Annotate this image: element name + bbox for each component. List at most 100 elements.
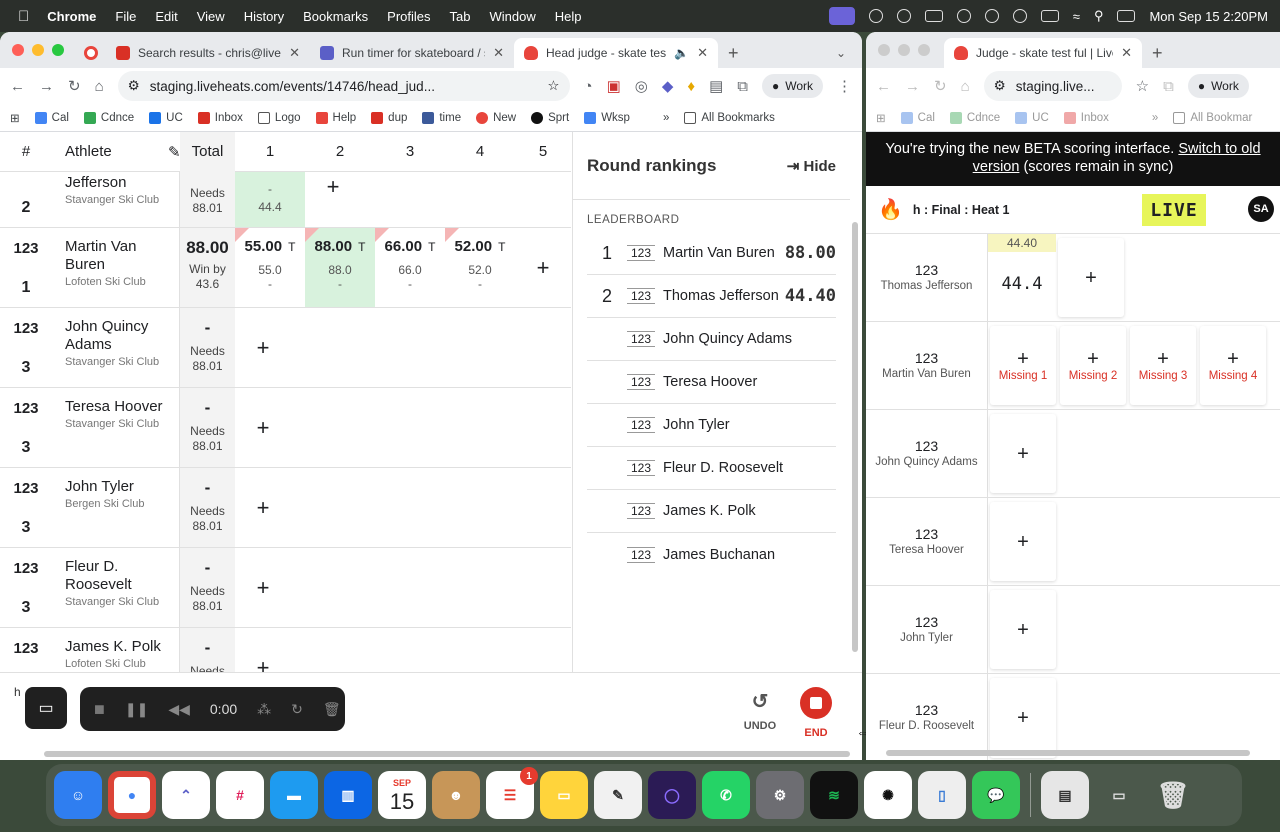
horizontal-scrollbar[interactable] [44,751,850,757]
athlete-cell[interactable]: Jefferson Stavanger Ski Club [52,172,180,227]
run-cell[interactable]: 52.00 T 52.0 - [445,228,515,307]
undo-button[interactable]: ↺ UNDO [740,689,780,732]
hide-rankings-button[interactable]: ⇥ Hide [787,157,836,175]
messages-blue-icon[interactable]: ▬ [270,771,318,819]
all-bookmarks[interactable]: All Bookmar [1173,111,1252,124]
calendar-icon[interactable]: SEP 15 [378,771,426,819]
tab-judge[interactable]: Judge - skate test ful | Liveh ✕ [944,38,1142,68]
close-icon[interactable]: ✕ [697,45,708,61]
athlete-cell[interactable]: James K. Polk Lofoten Ski Club [52,628,180,672]
tab-search-icon[interactable]: ⌄ [826,38,856,68]
add-score-button[interactable]: + [235,308,291,387]
add-score-button[interactable]: + [990,414,1056,493]
run-cell[interactable]: - 44.4 [235,172,305,227]
missing-score-button[interactable]: + Missing 1 [990,326,1056,405]
minimize-window-button[interactable] [32,44,44,56]
apple-icon[interactable]:  [18,8,29,25]
rewind-icon[interactable]: ◀◀ [168,701,190,718]
bookmark-star-icon[interactable]: ☆ [1136,77,1149,95]
bookmark-cal[interactable]: Cal [34,111,69,124]
play-icon[interactable] [984,9,999,23]
bookmark-time[interactable]: time [422,111,461,124]
table-row[interactable]: 2 Jefferson Stavanger Ski Club Needs 88.… [0,172,571,228]
bookmark-cdnce[interactable]: Cdnce [949,111,1000,124]
spotify-icon[interactable]: ≋ [810,771,858,819]
bookmark-sprt[interactable]: Sprt [531,111,569,124]
athlete-cell[interactable]: Fleur D. Roosevelt Stavanger Ski Club [52,548,180,627]
address-bar[interactable]: ⚙ staging.liveheats.com/events/14746/hea… [117,71,570,101]
wifi-icon[interactable]: ≈ [1073,9,1080,24]
home-icon[interactable]: ⌂ [961,78,970,95]
menu-app-name[interactable]: Chrome [47,9,96,24]
app-icon[interactable]: ◯ [648,771,696,819]
new-tab-button[interactable]: + [1142,38,1173,68]
puzzle-icon[interactable]: ⧉ [737,78,748,95]
document-icon[interactable]: ▤ [1041,771,1089,819]
run-cell[interactable]: 88.00 T 88.0 - [305,228,375,307]
table-row[interactable]: 123 1 Martin Van Buren Lofoten Ski Club … [0,228,571,308]
bookmark-cal[interactable]: Cal [900,111,935,124]
add-score-button[interactable]: + [515,228,571,307]
battery-icon[interactable] [1040,10,1059,22]
add-score-button[interactable]: + [235,548,291,627]
menu-tab[interactable]: Tab [450,9,471,24]
reminders-icon[interactable]: ☰ 1 [486,767,538,819]
bookmark-uc[interactable]: UC [1015,111,1049,124]
more-bookmarks-icon[interactable]: » [663,112,669,124]
avatar[interactable]: SA [1248,196,1274,222]
moon-icon[interactable] [1012,9,1027,23]
apps-icon[interactable]: ⊞ [876,111,886,125]
chrome-icon[interactable]: ● [108,771,156,819]
screen-share-icon[interactable] [828,7,855,25]
reload-icon[interactable]: ↻ [934,77,947,95]
contacts-icon[interactable]: ☻ [432,771,480,819]
messages-icon[interactable]: 💬 [972,771,1020,819]
bookmark-star-icon[interactable]: ☆ [547,78,559,94]
extension-icon[interactable]: ▤ [709,77,723,95]
close-window-button[interactable] [878,44,890,56]
zoom-window-button[interactable] [918,44,930,56]
missing-score-button[interactable]: + Missing 4 [1200,326,1266,405]
slack-icon[interactable]: # [216,771,264,819]
profile-button[interactable]: ● Work [1187,74,1249,98]
menu-history[interactable]: History [244,9,284,24]
athlete-cell[interactable]: John Tyler Bergen Ski Club [52,468,180,547]
menu-file[interactable]: File [115,9,136,24]
tab-head-judge[interactable]: Head judge - skate test fu 🔈 ✕ [514,38,718,68]
trash-icon[interactable]: 🗑 [1149,771,1197,819]
bookmark-new[interactable]: New [476,111,516,124]
table-row[interactable]: 123 3 Teresa Hoover Stavanger Ski Club - Ne… [0,388,571,468]
tab-gmail[interactable]: Search results - chris@livehe ✕ [106,38,310,68]
run-cell[interactable]: 66.00 T 66.0 - [375,228,445,307]
zoom-window-button[interactable] [52,44,64,56]
puzzle-icon[interactable]: ⧉ [1163,78,1174,95]
missing-score-button[interactable]: + Missing 3 [1130,326,1196,405]
table-row[interactable]: 123 3 John Quincy Adams Stavanger Ski Club… [0,308,571,388]
notes-icon[interactable]: ▭ [540,771,588,819]
bookmark-logo[interactable]: Logo [257,111,301,124]
pause-icon[interactable]: ❚❚ [125,701,148,718]
site-info-icon[interactable]: ⚙ [128,78,140,94]
bookmark-cdnce[interactable]: Cdnce [83,111,134,124]
extension-icon[interactable]: ◆ [662,77,674,95]
tab-pinned[interactable] [78,38,106,68]
settings-icon[interactable]: ⚙ [756,771,804,819]
finder-icon[interactable]: ☺ [54,771,102,819]
iphone-mirroring-icon[interactable]: ▯ [918,771,966,819]
status-icon[interactable] [896,9,911,23]
chatgpt-icon[interactable]: ✺ [864,771,912,819]
athlete-cell[interactable]: John Quincy Adams Stavanger Ski Club [52,308,180,387]
bookmark-dup[interactable]: dup [371,111,407,124]
missing-score-button[interactable]: + Missing 2 [1060,326,1126,405]
apps-icon[interactable]: ⊞ [10,111,20,125]
menubar-clock[interactable]: Mon Sep 15 2:20PM [1149,9,1268,24]
reload-icon[interactable]: ↻ [68,77,81,95]
menu-edit[interactable]: Edit [155,9,177,24]
status-icon[interactable] [868,9,883,23]
window-icon[interactable]: ▭ [1095,771,1143,819]
more-bookmarks-icon[interactable]: » [1152,112,1158,124]
switch-old-link[interactable]: version [973,159,1020,175]
athlete-cell[interactable]: Teresa Hoover Stavanger Ski Club [52,388,180,467]
horizontal-scrollbar[interactable] [886,750,1250,756]
control-center-icon[interactable] [1117,10,1136,22]
